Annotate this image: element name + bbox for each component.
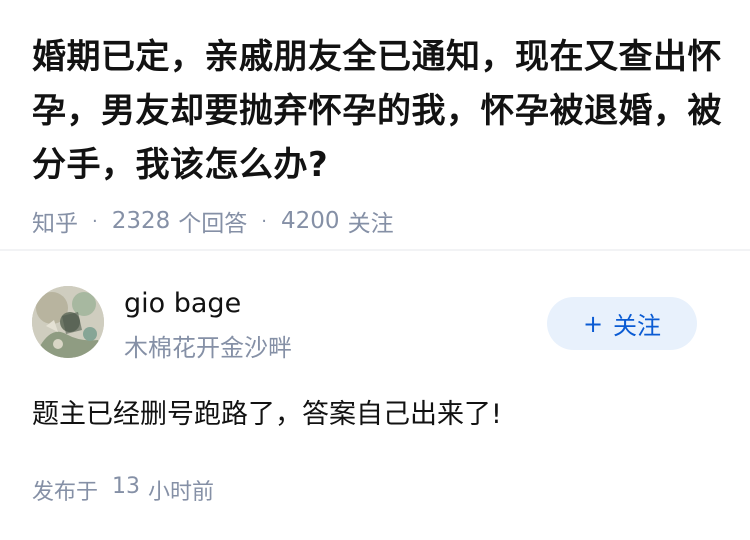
- publish-label: 发布于: [32, 480, 99, 505]
- avatar-image-icon: [32, 286, 104, 358]
- publish-unit: 小时前: [148, 480, 215, 505]
- author-card: gio bage 木棉花开金沙畔 + 关注: [32, 284, 722, 364]
- publish-time: 发布于 13 小时前: [32, 474, 214, 506]
- answer-content: 题主已经删号跑路了，答案自己出来了!: [32, 399, 502, 430]
- section-divider: [0, 249, 750, 251]
- answer-count: 2328: [111, 208, 171, 234]
- publish-number: 13: [112, 474, 141, 499]
- follower-count: 4200: [281, 208, 340, 234]
- question-meta: 知乎 · 2328 个回答 · 4200 关注: [32, 204, 722, 238]
- meta-separator: ·: [92, 210, 98, 232]
- question-header: 婚期已定，亲戚朋友全已通知，现在又查出怀孕，男友却要抛弃怀孕的我，怀孕被退婚，被…: [32, 30, 722, 238]
- follower-count-label: 关注: [347, 211, 394, 237]
- question-title[interactable]: 婚期已定，亲戚朋友全已通知，现在又查出怀孕，男友却要抛弃怀孕的我，怀孕被退婚，被…: [32, 30, 722, 192]
- author-bio: 木棉花开金沙畔: [124, 334, 292, 362]
- plus-icon: +: [582, 309, 604, 338]
- author-name[interactable]: gio bage: [124, 288, 241, 319]
- meta-separator: ·: [261, 210, 268, 232]
- follow-button-label: 关注: [613, 312, 662, 340]
- follow-button[interactable]: + 关注: [547, 297, 697, 350]
- source-label: 知乎: [32, 211, 78, 237]
- answer-count-label: 个回答: [178, 211, 248, 237]
- avatar[interactable]: [32, 286, 104, 358]
